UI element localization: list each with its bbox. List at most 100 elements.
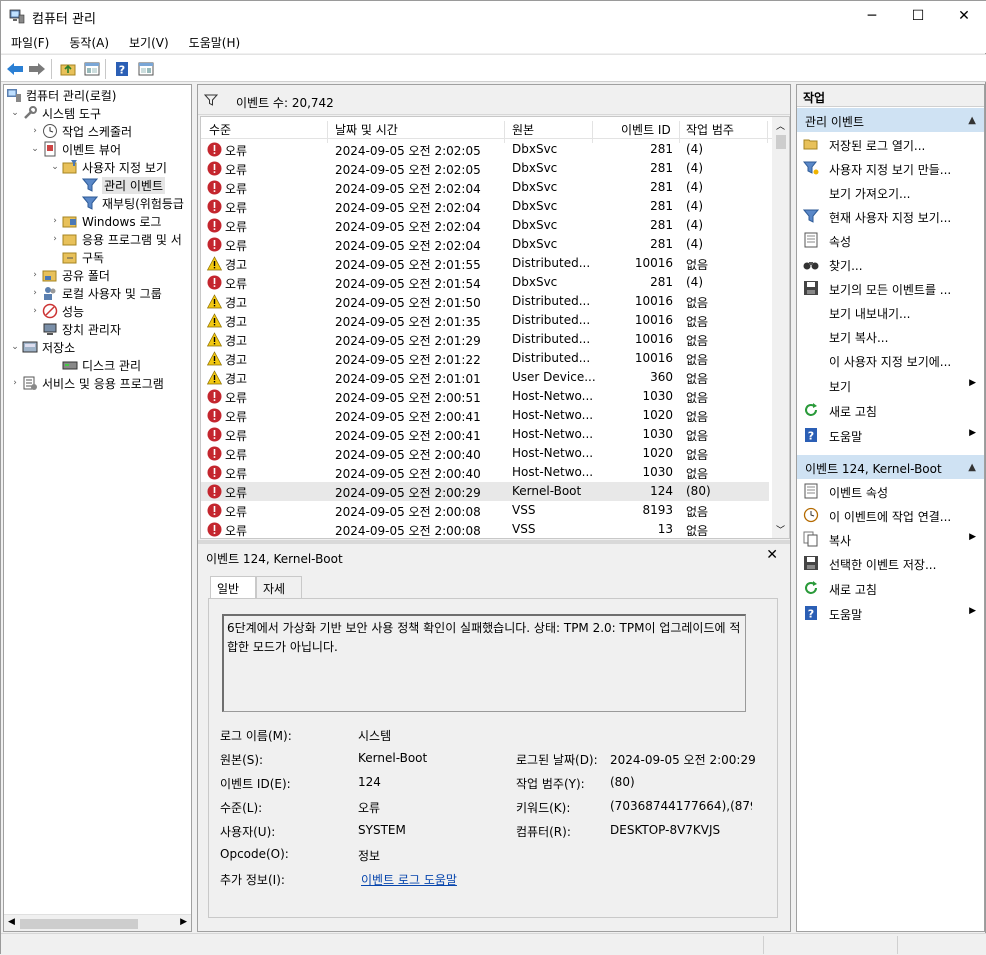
tree-node-device-manager[interactable]: 장치 관리자 <box>28 320 121 338</box>
expand-chevron-icon[interactable]: › <box>28 288 42 298</box>
scrollbar-thumb[interactable] <box>776 135 786 149</box>
tree-node-local-users[interactable]: › 로컬 사용자 및 그룹 <box>28 284 162 302</box>
action-item[interactable]: 보기 복사... <box>797 324 984 348</box>
event-row[interactable]: 오류 2024-09-05 오전 2:00:41 Host-Netwo... 1030… <box>201 425 769 444</box>
tree-node-app-logs[interactable]: › 응용 프로그램 및 서 <box>48 230 182 248</box>
collapse-chevron-icon[interactable]: ⌄ <box>28 144 42 154</box>
scroll-down-icon[interactable]: ﹀ <box>776 523 785 536</box>
column-datetime[interactable]: 날짜 및 시간 <box>335 121 398 138</box>
event-row[interactable]: 오류 2024-09-05 오전 2:00:40 Host-Netwo... 1030… <box>201 463 769 482</box>
action-item[interactable]: 이 사용자 지정 보기에... <box>797 348 984 372</box>
collapse-chevron-icon[interactable]: ⌄ <box>8 108 22 118</box>
column-event-id[interactable]: 이벤트 ID <box>621 121 671 138</box>
action-item[interactable]: 보기 가져오기... <box>797 180 984 204</box>
collapse-chevron-icon[interactable]: ⌄ <box>8 342 22 352</box>
event-row[interactable]: 오류 2024-09-05 오전 2:00:08 VSS 8193 없음 <box>201 501 769 520</box>
minimize-button[interactable]: ─ <box>849 1 895 31</box>
event-row[interactable]: 오류 2024-09-05 오전 2:02:04 DbxSvc 281 (4) <box>201 178 769 197</box>
tree-node-services-apps[interactable]: › 서비스 및 응용 프로그램 <box>8 374 164 392</box>
tree-node-performance[interactable]: › 성능 <box>28 302 84 320</box>
expand-chevron-icon[interactable]: › <box>48 234 62 244</box>
column-level[interactable]: 수준 <box>209 121 231 138</box>
action-item[interactable]: 보기 ▶ <box>797 373 984 397</box>
action-item[interactable]: 이벤트 속성 <box>797 479 984 503</box>
event-row[interactable]: 오류 2024-09-05 오전 2:01:54 DbxSvc 281 (4) <box>201 273 769 292</box>
action-item[interactable]: 사용자 지정 보기 만들... <box>797 156 984 180</box>
action-item[interactable]: 현재 사용자 지정 보기... <box>797 204 984 228</box>
action-item[interactable]: ? 도움말 ▶ <box>797 423 984 447</box>
expand-chevron-icon[interactable]: › <box>28 306 42 316</box>
action-item[interactable]: 저장된 로그 열기... <box>797 132 984 156</box>
action-item[interactable]: 복사 ▶ <box>797 527 984 551</box>
tree-node-task-scheduler[interactable]: › 작업 스케줄러 <box>28 122 132 140</box>
action-item[interactable]: 보기의 모든 이벤트를 ... <box>797 276 984 300</box>
event-row[interactable]: 오류 2024-09-05 오전 2:00:41 Host-Netwo... 1020… <box>201 406 769 425</box>
event-row[interactable]: 경고 2024-09-05 오전 2:01:01 User Device... 360… <box>201 368 769 387</box>
scroll-right-icon[interactable]: ▶ <box>180 917 187 927</box>
scroll-up-icon[interactable]: ︿ <box>776 119 785 132</box>
event-row[interactable]: 오류 2024-09-05 오전 2:02:04 DbxSvc 281 (4) <box>201 197 769 216</box>
event-row[interactable]: 오류 2024-09-05 오전 2:02:04 DbxSvc 281 (4) <box>201 235 769 254</box>
event-row[interactable]: 경고 2024-09-05 오전 2:01:22 Distributed... 100… <box>201 349 769 368</box>
collapse-chevron-icon[interactable]: ⌄ <box>48 162 62 172</box>
action-item[interactable]: 보기 내보내기... <box>797 300 984 324</box>
pane-splitter[interactable] <box>198 540 790 544</box>
menu-action[interactable]: 동작(A) <box>59 31 119 53</box>
action-item[interactable]: 새로 고침 <box>797 398 984 422</box>
menu-help[interactable]: 도움말(H) <box>179 31 251 53</box>
action-item[interactable]: 찾기... <box>797 252 984 276</box>
event-row[interactable]: 경고 2024-09-05 오전 2:01:29 Distributed... 100… <box>201 330 769 349</box>
maximize-button[interactable]: ☐ <box>895 1 941 31</box>
tree-node-reboot[interactable]: 재부팅(위험등급 <box>68 194 184 212</box>
action-item[interactable]: 속성 <box>797 228 984 252</box>
menu-file[interactable]: 파일(F) <box>1 31 59 53</box>
show-hide-action-pane-button[interactable] <box>136 59 156 79</box>
event-row[interactable]: 오류 2024-09-05 오전 2:00:29 Kernel-Boot 124 (80… <box>201 482 769 501</box>
tree-node-root[interactable]: 컴퓨터 관리(로컬) <box>6 86 116 104</box>
tree-node-shared-folders[interactable]: › 공유 폴더 <box>28 266 110 284</box>
scroll-left-icon[interactable]: ◀ <box>8 917 15 927</box>
event-row[interactable]: 오류 2024-09-05 오전 2:02:05 DbxSvc 281 (4) <box>201 140 769 159</box>
close-button[interactable]: ✕ <box>941 1 986 31</box>
event-row[interactable]: 오류 2024-09-05 오전 2:02:05 DbxSvc 281 (4) <box>201 159 769 178</box>
action-item[interactable]: 이 이벤트에 작업 연결... <box>797 503 984 527</box>
tree-node-system-tools[interactable]: ⌄ 시스템 도구 <box>8 104 101 122</box>
event-row[interactable]: 경고 2024-09-05 오전 2:01:35 Distributed... 100… <box>201 311 769 330</box>
event-log-help-link[interactable]: 이벤트 로그 도움말 <box>361 871 457 888</box>
help-toolbar-button[interactable]: ? <box>112 59 132 79</box>
tab-general[interactable]: 일반 <box>210 576 256 599</box>
tree-node-storage[interactable]: ⌄ 저장소 <box>8 338 75 356</box>
back-button[interactable] <box>5 59 25 79</box>
actions-section-admin-events[interactable]: 관리 이벤트 ▲ <box>797 108 984 132</box>
scrollbar-thumb[interactable] <box>20 919 138 929</box>
event-row[interactable]: 오류 2024-09-05 오전 2:00:08 VSS 13 없음 <box>201 520 769 538</box>
expand-chevron-icon[interactable]: › <box>8 378 22 388</box>
menu-view[interactable]: 보기(V) <box>119 31 179 53</box>
column-task-category[interactable]: 작업 범주 <box>686 121 734 138</box>
actions-section-event[interactable]: 이벤트 124, Kernel-Boot ▲ <box>797 455 984 479</box>
tree-horizontal-scrollbar[interactable]: ◀ ▶ <box>4 914 191 931</box>
tree-node-event-viewer[interactable]: ⌄ 이벤트 뷰어 <box>28 140 121 158</box>
tab-details[interactable]: 자세히 <box>256 576 302 613</box>
event-message[interactable]: 6단계에서 가상화 기반 보안 사용 정책 확인이 실패했습니다. 상태: TP… <box>222 614 746 712</box>
tree-node-admin-events[interactable]: 관리 이벤트 <box>68 176 166 194</box>
action-item[interactable]: 새로 고침 <box>797 576 984 600</box>
forward-button[interactable] <box>27 59 47 79</box>
collapse-caret-icon[interactable]: ▲ <box>968 462 976 473</box>
show-hide-tree-button[interactable] <box>82 59 102 79</box>
tree-node-custom-views[interactable]: ⌄ 사용자 지정 보기 <box>48 158 167 176</box>
column-source[interactable]: 원본 <box>512 121 534 138</box>
action-item[interactable]: 선택한 이벤트 저장... <box>797 551 984 575</box>
event-row[interactable]: 경고 2024-09-05 오전 2:01:55 Distributed... 100… <box>201 254 769 273</box>
event-row[interactable]: 오류 2024-09-05 오전 2:02:04 DbxSvc 281 (4) <box>201 216 769 235</box>
up-level-button[interactable] <box>58 59 78 79</box>
tree-node-disk-management[interactable]: 디스크 관리 <box>48 356 141 374</box>
event-row[interactable]: 오류 2024-09-05 오전 2:00:51 Host-Netwo... 1030… <box>201 387 769 406</box>
event-row[interactable]: 오류 2024-09-05 오전 2:00:40 Host-Netwo... 1020… <box>201 444 769 463</box>
collapse-caret-icon[interactable]: ▲ <box>968 115 976 126</box>
event-row[interactable]: 경고 2024-09-05 오전 2:01:50 Distributed... 100… <box>201 292 769 311</box>
tree-node-windows-logs[interactable]: › Windows 로그 <box>48 212 161 230</box>
expand-chevron-icon[interactable]: › <box>28 126 42 136</box>
expand-chevron-icon[interactable]: › <box>28 270 42 280</box>
detail-close-button[interactable]: ✕ <box>766 547 778 563</box>
